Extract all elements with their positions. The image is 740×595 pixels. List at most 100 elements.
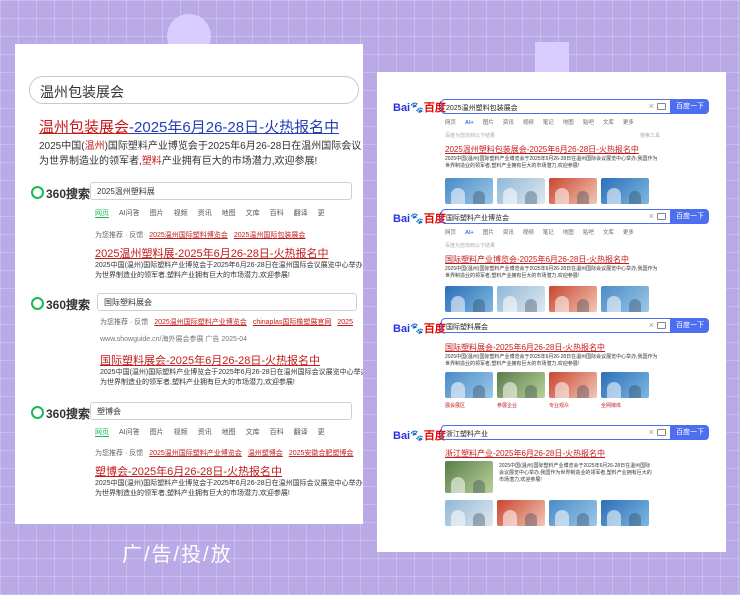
tab-video[interactable]: 视频 bbox=[174, 429, 188, 436]
baidu-meta: 百度为您找到以下结果 搜索工具 bbox=[445, 133, 661, 139]
360-search-input[interactable]: 国际塑料展会 bbox=[97, 293, 357, 311]
ad-desc-line2: 为世界制造业的领军者,塑料产业拥有巨大的市场潜力,欢迎参展! bbox=[39, 156, 318, 167]
thumb-caption: 专业观众 bbox=[549, 403, 570, 409]
expo-photo[interactable] bbox=[497, 286, 545, 312]
tab-ai[interactable]: AI问答 bbox=[119, 429, 140, 436]
baidu-result-desc-1: 2025中国(温州)国际塑料产业博览会于2025年6月26-28日在温州国际 bbox=[499, 463, 651, 469]
tab-ai[interactable]: AI问答 bbox=[119, 210, 140, 217]
main-search-box[interactable]: 温州包装展会 bbox=[29, 76, 359, 104]
expo-photo[interactable] bbox=[601, 500, 649, 526]
expo-photo[interactable] bbox=[445, 461, 493, 493]
expo-photo[interactable] bbox=[445, 500, 493, 526]
result-desc-1: 2025中国(温州)国际塑料产业博览会于2025年6月26-28日在温州国际会议… bbox=[95, 262, 363, 269]
baidu-result-desc-2: 会议展览中心举办,我国作为世界制造业的领军者,塑料产业拥有巨大的 bbox=[499, 470, 652, 476]
thumbnail-row bbox=[445, 372, 649, 398]
expo-photo[interactable] bbox=[445, 178, 493, 204]
tab-map[interactable]: 地图 bbox=[222, 210, 236, 217]
main-search-query: 温州包装展会 bbox=[40, 84, 124, 100]
expo-photo[interactable] bbox=[497, 372, 545, 398]
baidu-meta: 百度为您找到以下结果 bbox=[445, 243, 496, 249]
paw-icon: 🐾 bbox=[410, 323, 424, 335]
expo-photo[interactable] bbox=[601, 178, 649, 204]
recommend-row: 为您推荐 · 反馈 2025温州国际塑料产业博览会 温州塑博会 2025安徽合肥塑博会 bbox=[95, 450, 354, 457]
tab-map[interactable]: 地图 bbox=[222, 429, 236, 436]
baidu-result-desc-2: 世界制造业的领军者,塑料产业拥有巨大的市场潜力,欢迎参展! bbox=[445, 361, 580, 367]
expo-photo[interactable] bbox=[549, 372, 597, 398]
ad-title-rest: -2025年6月26-28日-火热报名中 bbox=[129, 119, 340, 136]
ad-title[interactable]: 温州包装展会-2025年6月26-28日-火热报名中 bbox=[39, 116, 339, 137]
result-desc-1: 2025中国(温州)国际塑料产业博览会于2025年6月26-28日在温州国际会议… bbox=[100, 369, 363, 376]
expo-photo[interactable] bbox=[497, 500, 545, 526]
baidu-result-title[interactable]: 2025温州塑料包装展会-2025年6月26-28日-火热报名中 bbox=[445, 144, 639, 155]
tab-web[interactable]: 网页 bbox=[95, 429, 109, 437]
tab-images[interactable]: 图片 bbox=[150, 210, 164, 217]
baidu-search-button[interactable]: 百度一下 bbox=[671, 425, 709, 440]
expo-photo[interactable] bbox=[601, 286, 649, 312]
camera-icon bbox=[657, 103, 666, 110]
baidu-result-title[interactable]: 国际塑料产业博览会-2025年6月26-28日-火热报名中 bbox=[445, 254, 629, 265]
baidu-search-button[interactable]: 百度一下 bbox=[671, 209, 709, 224]
thumbnail-row bbox=[445, 500, 649, 526]
tab-images[interactable]: 图片 bbox=[150, 429, 164, 436]
paw-icon: 🐾 bbox=[410, 213, 424, 225]
camera-icon bbox=[657, 213, 666, 220]
left-screenshot-panel: 温州包装展会 温州包装展会-2025年6月26-28日-火热报名中 2025中国… bbox=[15, 44, 363, 524]
tab-news[interactable]: 资讯 bbox=[198, 210, 212, 217]
baidu-result-desc-1: 2025中国(温州)国际塑料产业博览会于2025年6月26-28日在温州国际会议… bbox=[445, 266, 658, 272]
camera-icon bbox=[657, 429, 666, 436]
baidu-result-desc-2: 世界制造业的领军者,塑料产业拥有巨大的市场潜力,欢迎参展! bbox=[445, 273, 580, 279]
baidu-tabs: 网页 AI+ 图片 资讯 视频 笔记 地图 贴吧 文库 更多 bbox=[445, 120, 634, 126]
360-logo: 360搜索 bbox=[31, 296, 90, 313]
360-search-input[interactable]: 塑博会 bbox=[90, 402, 352, 420]
tab-docs[interactable]: 文库 bbox=[246, 429, 260, 436]
baidu-tabs: 网页 AI+ 图片 资讯 视频 笔记 地图 贴吧 文库 更多 bbox=[445, 230, 634, 236]
baidu-result-desc-2: 世界制造业的领军者,塑料产业拥有巨大的市场潜力,欢迎参展! bbox=[445, 163, 580, 169]
tab-docs[interactable]: 文库 bbox=[246, 210, 260, 217]
result-desc-2: 为世界制造业的领军者,塑料产业拥有巨大的市场潜力,欢迎参展! bbox=[95, 490, 290, 497]
tab-video[interactable]: 视频 bbox=[174, 210, 188, 217]
thumb-caption: 展会展区 bbox=[445, 403, 466, 409]
baidu-search-button[interactable]: 百度一下 bbox=[671, 318, 709, 333]
ad-desc-line1: 2025中国(温州)国际塑料产业博览会于2025年6月26-28日在温州国际会议 bbox=[39, 141, 362, 152]
clear-icon: × bbox=[648, 101, 654, 111]
baidu-search-input[interactable]: 2025温州塑料包装展会 × bbox=[441, 99, 671, 114]
result-desc-1: 2025中国(温州)国际塑料产业博览会于2025年6月26-28日在温州国际会议… bbox=[95, 480, 363, 487]
expo-photo[interactable] bbox=[445, 372, 493, 398]
right-screenshot-panel: Bai🐾百度 2025温州塑料包装展会 × 百度一下 网页 AI+ 图片 资讯 视频 笔记地… bbox=[377, 72, 726, 552]
thumb-caption: 全网媒体 bbox=[601, 403, 622, 409]
search-tools[interactable]: 搜索工具 bbox=[640, 132, 660, 139]
baidu-logo: Bai🐾百度 bbox=[393, 323, 446, 335]
result-title[interactable]: 塑博会-2025年6月26-28日-火热报名中 bbox=[95, 463, 282, 479]
expo-photo[interactable] bbox=[601, 372, 649, 398]
tab-wiki[interactable]: 百科 bbox=[270, 429, 284, 436]
expo-photo[interactable] bbox=[549, 286, 597, 312]
caption-ad-placement: 广/告/投/放 bbox=[122, 544, 233, 566]
camera-icon bbox=[657, 322, 666, 329]
expo-photo[interactable] bbox=[549, 500, 597, 526]
baidu-logo: Bai🐾百度 bbox=[393, 430, 446, 442]
thumbnail-row bbox=[445, 286, 649, 312]
baidu-logo: Bai🐾百度 bbox=[393, 102, 446, 114]
result-title[interactable]: 国际塑料展会-2025年6月26-28日-火热报名中 bbox=[100, 352, 320, 368]
tab-translate[interactable]: 翻译 bbox=[294, 210, 308, 217]
baidu-result-title[interactable]: 浙江塑料产业-2025年6月26-28日-火热报名中 bbox=[445, 448, 605, 459]
expo-photo[interactable] bbox=[549, 178, 597, 204]
tab-translate[interactable]: 翻译 bbox=[294, 429, 308, 436]
tab-more[interactable]: 更 bbox=[318, 210, 325, 217]
baidu-search-input[interactable]: 国际塑料产业博览会 × bbox=[441, 209, 671, 224]
tab-web[interactable]: 网页 bbox=[95, 210, 109, 218]
result-desc-2: 为世界制造业的领军者,塑料产业拥有巨大的市场潜力,欢迎参展! bbox=[100, 379, 295, 386]
baidu-result-desc-1: 2025中国(温州)国际塑料产业博览会于2025年6月26-28日在温州国际会议… bbox=[445, 156, 658, 162]
result-title[interactable]: 2025温州塑料展-2025年6月26-28日-火热报名中 bbox=[95, 245, 329, 261]
expo-photo[interactable] bbox=[445, 286, 493, 312]
tab-news[interactable]: 资讯 bbox=[198, 429, 212, 436]
baidu-result-title[interactable]: 国际塑料展会-2025年6月26-28日-火热报名中 bbox=[445, 342, 605, 353]
tab-wiki[interactable]: 百科 bbox=[270, 210, 284, 217]
tab-more[interactable]: 更 bbox=[318, 429, 325, 436]
baidu-search-button[interactable]: 百度一下 bbox=[671, 99, 709, 114]
expo-photo[interactable] bbox=[497, 178, 545, 204]
paw-icon: 🐾 bbox=[410, 102, 424, 114]
baidu-search-input[interactable]: 浙江塑料产业 × bbox=[441, 425, 671, 440]
baidu-search-input[interactable]: 国际塑料展会 × bbox=[441, 318, 671, 333]
360-search-input[interactable]: 2025温州塑料展 bbox=[90, 182, 352, 200]
